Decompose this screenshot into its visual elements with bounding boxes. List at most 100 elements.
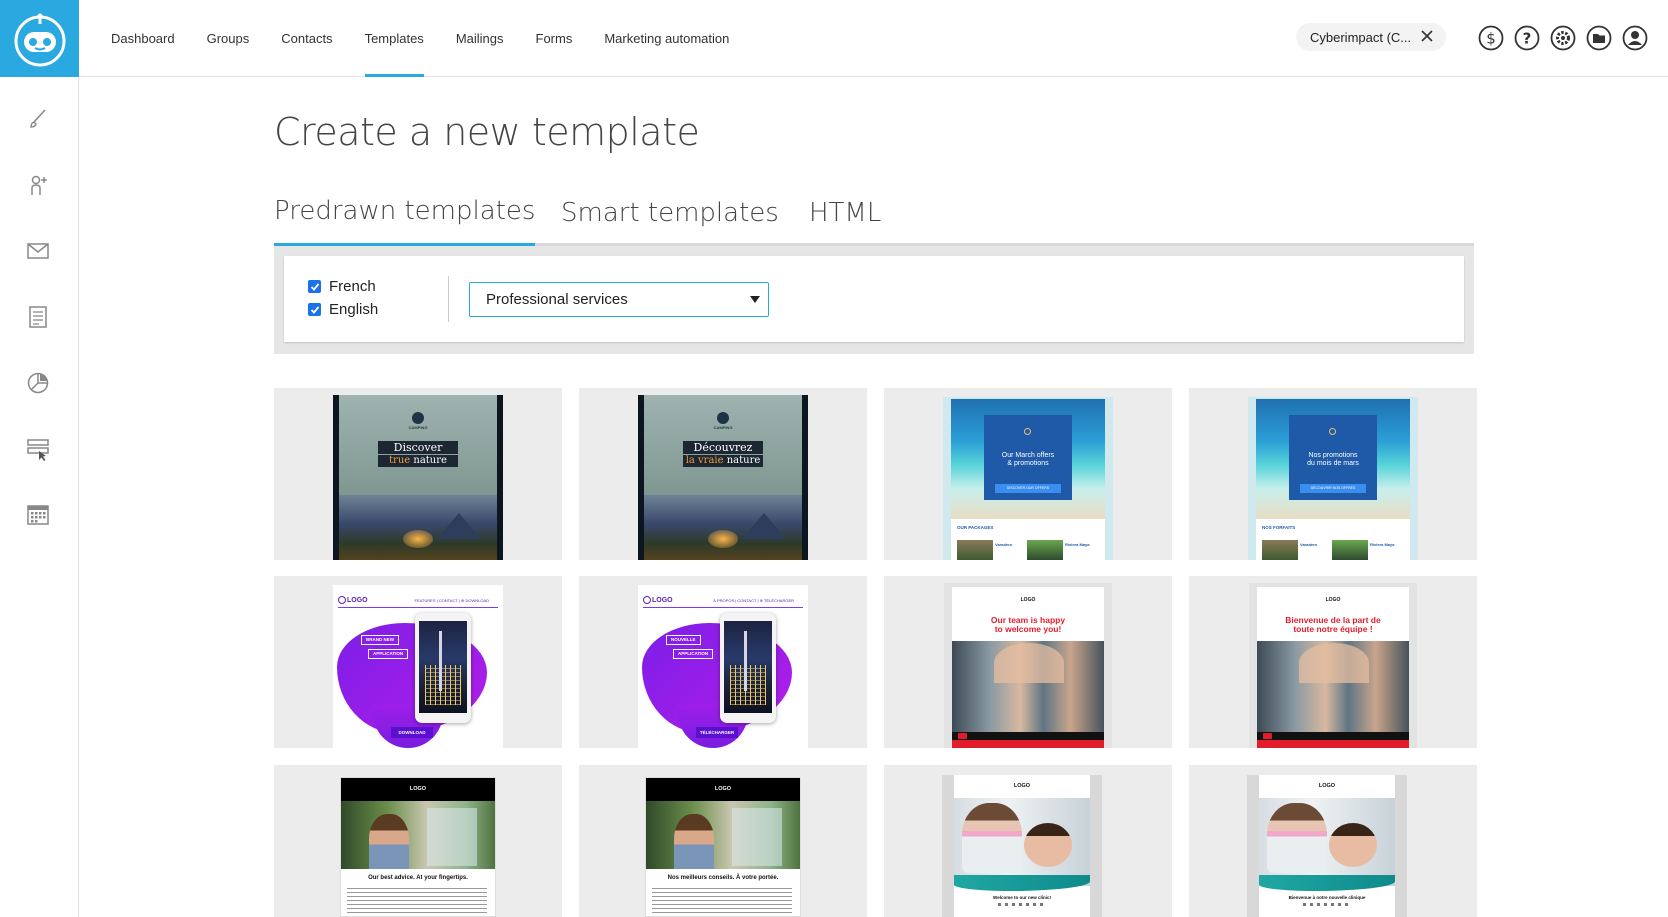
category-select[interactable]: Professional services	[469, 282, 769, 317]
help-icon[interactable]: ?	[1514, 25, 1540, 51]
close-icon[interactable]	[1420, 29, 1434, 46]
glass-board	[427, 808, 477, 866]
package-photo-2	[1332, 540, 1368, 560]
template-card[interactable]: Nos promotions du mois de mars DÉCOUVRIR N…	[1189, 388, 1477, 560]
sun-icon	[1329, 428, 1336, 435]
folder-icon[interactable]	[1586, 25, 1612, 51]
template-card[interactable]: LOGO Our team is happy to welcome you!	[884, 576, 1172, 748]
tab-html[interactable]: HTML	[809, 198, 881, 245]
report-icon[interactable]	[24, 369, 52, 397]
french-checkbox[interactable]	[308, 280, 321, 293]
body-text-lines	[347, 888, 487, 916]
package-name-2: Riviera Maya	[1065, 542, 1090, 547]
settings-icon[interactable]	[1550, 25, 1576, 51]
tab-predrawn-templates[interactable]: Predrawn templates	[274, 196, 536, 246]
english-checkbox[interactable]	[308, 303, 321, 316]
template-logo-text: LOGO	[1020, 597, 1036, 603]
play-icon	[1263, 733, 1272, 739]
photo-arms	[994, 643, 1064, 683]
svg-text:$: $	[1486, 30, 1496, 48]
language-french-option[interactable]: French	[308, 278, 376, 295]
top-icons: $ ?	[1478, 25, 1658, 51]
template-card[interactable]: LOGO À PROPOS | CONTACT | ⊕ TÉLÉCHARGER NO…	[579, 576, 867, 748]
template-card[interactable]: CAMPING Découvrez la vraie nature	[579, 388, 867, 560]
template-thumbnail: LOGO Bienvenue de la part de toute notre é…	[1249, 583, 1417, 748]
nav-item-groups[interactable]: Groups	[207, 0, 250, 77]
clinic-caption: Bienvenue à notre nouvelle clinique	[1288, 895, 1366, 900]
offer-button: DÉCOUVRIR NOS OFFRES	[1300, 484, 1366, 493]
automation-icon[interactable]	[24, 435, 52, 463]
template-thumbnail: LOGO Our best advice. At your fingertips.	[340, 777, 496, 917]
form-icon[interactable]	[24, 303, 52, 331]
tab-smart-templates[interactable]: Smart templates	[561, 198, 779, 245]
welcome-headline-2: toute notre équipe !	[1293, 624, 1373, 634]
calendar-icon[interactable]	[24, 501, 52, 529]
template-card[interactable]: CAMPING Discover true nature	[274, 388, 562, 560]
logo-mark-icon	[412, 412, 424, 424]
template-card[interactable]: LOGO Bienvenue à notre nouvelle clinique	[1189, 765, 1477, 917]
sidebar	[0, 77, 79, 917]
package-name-1: Varadero	[1300, 542, 1318, 547]
account-selector[interactable]: Cyberimpact (C...	[1296, 23, 1446, 51]
filter-box: French English Professional services	[284, 256, 1464, 342]
template-logo-text: LOGO	[714, 786, 732, 792]
user-icon[interactable]	[1622, 25, 1648, 51]
template-card[interactable]: LOGO Nos meilleurs conseils. À votre port…	[579, 765, 867, 917]
app-logo[interactable]	[0, 0, 79, 77]
headline-line-1: Découvrez	[683, 441, 763, 454]
dollar-icon[interactable]: $	[1478, 25, 1504, 51]
headline-accent: true	[389, 455, 411, 466]
tag-line-2: APPLICATION	[673, 649, 714, 659]
nav-item-contacts[interactable]: Contacts	[281, 0, 332, 77]
sun-icon	[1024, 428, 1031, 435]
offer-button: DISCOVER OUR OFFERS	[995, 484, 1061, 493]
video-bar	[1257, 732, 1409, 740]
brush-icon[interactable]	[24, 105, 52, 133]
advice-headline: Nos meilleurs conseils. À votre portée.	[667, 875, 779, 881]
template-card[interactable]: Our March offers & promotions DISCOVER OUR…	[884, 388, 1172, 560]
packages-section-title: NOS FORFAITS	[1262, 525, 1296, 530]
template-thumbnail: CAMPING Découvrez la vraie nature	[638, 395, 808, 560]
template-thumbnail: LOGO FEATURES | CONTACT | ⊕ DOWNLOAD BRAND…	[333, 585, 503, 748]
tag-line-2: APPLICATION	[368, 649, 409, 659]
nav-item-marketing-automation[interactable]: Marketing automation	[604, 0, 729, 77]
template-card[interactable]: LOGO Our best advice. At your fingertips.	[274, 765, 562, 917]
language-english-option[interactable]: English	[308, 301, 378, 318]
template-logo-text: CAMPING	[408, 425, 428, 430]
nav-item-templates[interactable]: Templates	[364, 0, 425, 77]
download-cta: DOWNLOAD	[391, 727, 433, 738]
campfire-glow	[708, 530, 738, 548]
packages-section-title: OUR PACKAGES	[957, 525, 994, 530]
patient-figure	[1329, 823, 1377, 867]
logo-mark-icon	[643, 596, 651, 604]
mail-icon[interactable]	[24, 237, 52, 265]
dentist-figure	[962, 803, 1022, 873]
glass-board	[732, 808, 782, 866]
advice-headline: Our best advice. At your fingertips.	[368, 875, 468, 881]
template-tabs: Predrawn templates Smart templates HTML	[274, 196, 1474, 246]
tag-line-1: NOUVELLE	[666, 635, 701, 645]
nav-item-mailings[interactable]: Mailings	[456, 0, 504, 77]
headline-line-2: la vraie nature	[683, 455, 763, 467]
template-logo-text: LOGO	[1325, 597, 1341, 603]
package-name-2: Riviera Maya	[1370, 542, 1395, 547]
headline-line-1: Discover	[378, 441, 458, 454]
add-contact-icon[interactable]	[24, 171, 52, 199]
template-card[interactable]: LOGO Welcome to our new clinic!	[884, 765, 1172, 917]
template-logo-text: LOGO	[1013, 783, 1031, 789]
red-footer	[952, 740, 1104, 748]
template-thumbnail: LOGO Bienvenue à notre nouvelle clinique	[1247, 775, 1407, 917]
tent-shape	[437, 513, 481, 539]
template-card[interactable]: LOGO Bienvenue de la part de toute notre é…	[1189, 576, 1477, 748]
template-card[interactable]: LOGO FEATURES | CONTACT | ⊕ DOWNLOAD BRAND…	[274, 576, 562, 748]
template-logo-text: LOGO	[652, 597, 673, 604]
offer-headline-2: du mois de mars	[1307, 460, 1359, 467]
filter-panel: French English Professional services	[274, 246, 1474, 354]
clinic-caption: Welcome to our new clinic!	[993, 895, 1051, 900]
offer-headline-1: Our March offers	[1001, 452, 1055, 459]
patient-figure	[1024, 823, 1072, 867]
logo-mark-icon	[717, 412, 729, 424]
nav-item-dashboard[interactable]: Dashboard	[111, 0, 175, 77]
nav-item-forms[interactable]: Forms	[536, 0, 573, 77]
template-thumbnail: LOGO Welcome to our new clinic!	[942, 775, 1102, 917]
